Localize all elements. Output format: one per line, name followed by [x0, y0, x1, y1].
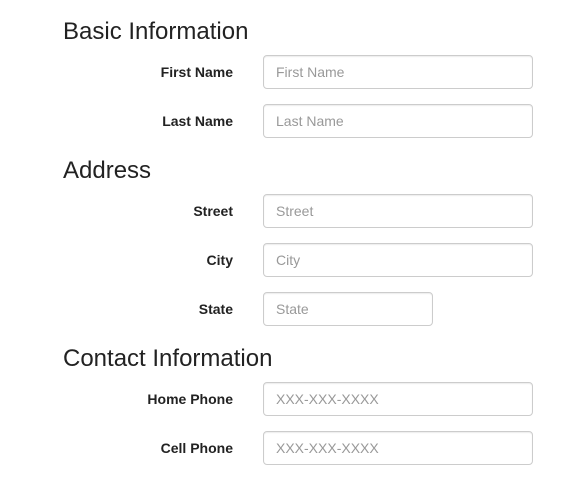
- last-name-label: Last Name: [162, 113, 233, 129]
- city-row: City: [0, 243, 568, 277]
- last-name-input[interactable]: [263, 104, 533, 138]
- section-title-contact-information: Contact Information: [63, 345, 273, 372]
- first-name-input[interactable]: [263, 55, 533, 89]
- last-name-row: Last Name: [0, 104, 568, 138]
- street-row: Street: [0, 194, 568, 228]
- section-title-address: Address: [63, 157, 152, 184]
- first-name-label: First Name: [160, 64, 233, 80]
- city-label: City: [206, 252, 233, 268]
- state-label: State: [198, 301, 233, 317]
- section-title-basic-information: Basic Information: [63, 18, 249, 45]
- state-row: State: [0, 292, 568, 326]
- street-label: Street: [193, 203, 233, 219]
- home-phone-input[interactable]: [263, 382, 533, 416]
- street-input[interactable]: [263, 194, 533, 228]
- state-input[interactable]: [263, 292, 433, 326]
- cell-phone-row: Cell Phone: [0, 431, 568, 465]
- cell-phone-label: Cell Phone: [160, 440, 233, 456]
- city-input[interactable]: [263, 243, 533, 277]
- home-phone-label: Home Phone: [147, 391, 233, 407]
- first-name-row: First Name: [0, 55, 568, 89]
- home-phone-row: Home Phone: [0, 382, 568, 416]
- cell-phone-input[interactable]: [263, 431, 533, 465]
